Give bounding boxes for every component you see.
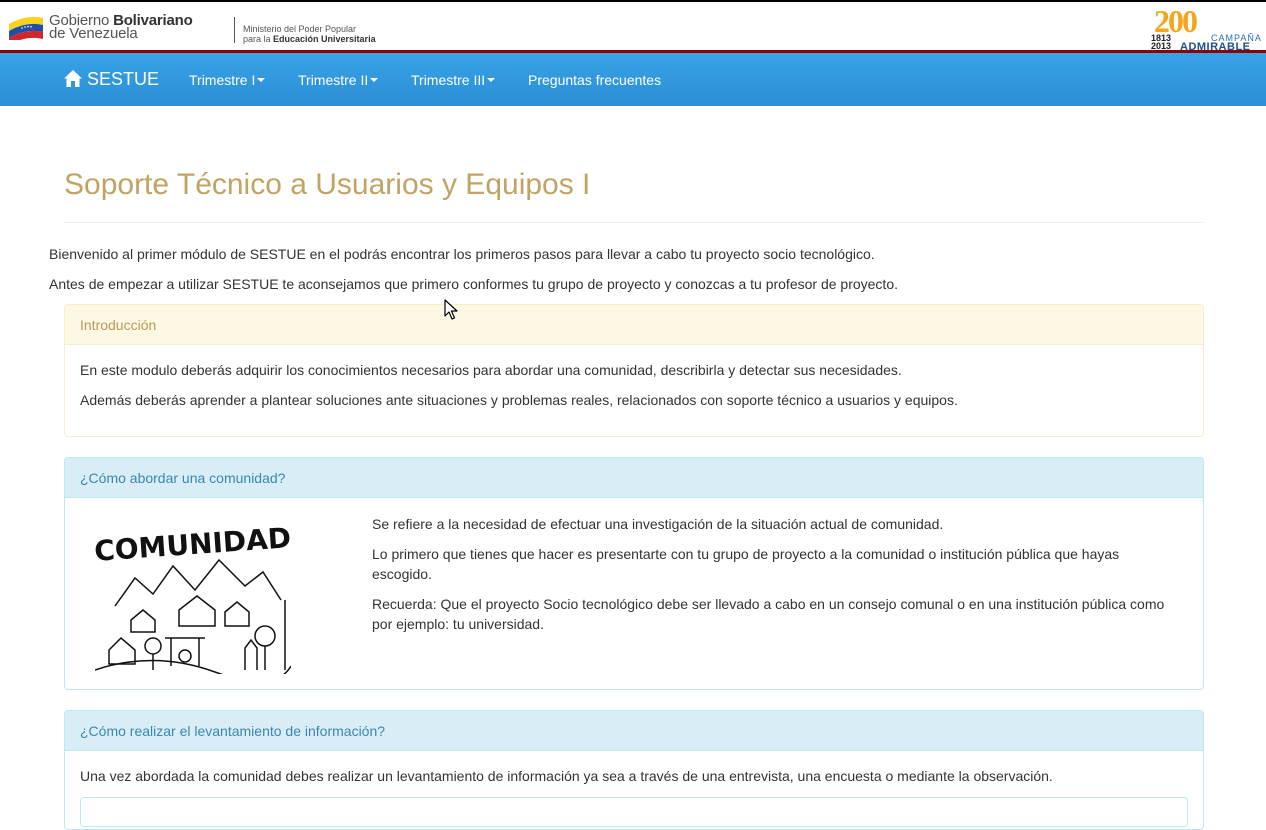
comunidad-image-caption: COMUNIDAD [95, 521, 291, 568]
caret-down-icon [487, 77, 496, 82]
campana-admirable-logo: 200 1813 2013 CAMPAÑA ADMIRABLE [1150, 3, 1264, 53]
nested-panel [80, 797, 1188, 827]
panel-levantamiento: ¿Cómo realizar el levantamiento de infor… [64, 710, 1204, 830]
government-banner: Gobierno Bolivariano de Venezuela Minist… [0, 0, 1266, 53]
home-icon [64, 69, 82, 87]
nav-trimestre-3[interactable]: Trimestre III [411, 53, 496, 106]
panel-abordar-paragraph-1: Se refiere a la necesidad de efectuar un… [372, 516, 944, 532]
mouse-pointer-icon [444, 299, 458, 320]
panel-levantamiento-heading: ¿Cómo realizar el levantamiento de infor… [65, 711, 1203, 751]
nav-trimestre-2-label: Trimestre II [298, 71, 369, 88]
nav-trimestre-2[interactable]: Trimestre II [298, 53, 379, 106]
panel-introduccion-paragraph-2: Además deberás aprender a plantear soluc… [80, 392, 958, 408]
comunidad-illustration: COMUNIDAD [95, 521, 291, 674]
main-navbar: SESTUE Trimestre I Trimestre II Trimestr… [0, 53, 1266, 106]
title-divider [64, 222, 1204, 223]
panel-introduccion-body: En este modulo deberás adquirir los cono… [65, 345, 1203, 425]
panel-introduccion-heading: Introducción [65, 305, 1203, 345]
navbar-brand[interactable]: SESTUE [64, 53, 159, 106]
intro-paragraph-1: Bienvenido al primer módulo de SESTUE en… [49, 246, 875, 262]
panel-introduccion: Introducción En este modulo deberás adqu… [64, 304, 1204, 437]
nav-trimestre-1-label: Trimestre I [189, 71, 256, 88]
brand-label: SESTUE [87, 69, 160, 89]
panel-levantamiento-paragraph-1: Una vez abordada la comunidad debes real… [80, 768, 1053, 784]
nav-trimestre-3-label: Trimestre III [411, 71, 486, 88]
campaign-years: 1813 2013 [1151, 34, 1177, 51]
panel-levantamiento-body: Una vez abordada la comunidad debes real… [65, 751, 1203, 801]
campaign-year-end: 2013 [1151, 41, 1172, 51]
government-logo-text: Gobierno Bolivariano de Venezuela [49, 13, 193, 41]
page-title: Soporte Técnico a Usuarios y Equipos I [64, 168, 591, 201]
ministry-line-2a: para la [243, 34, 274, 44]
ministry-line-1: Ministerio del Poder Popular [243, 24, 357, 34]
ministry-line-2b: Educación Universitaria [273, 34, 376, 44]
nav-trimestre-1[interactable]: Trimestre I [189, 53, 266, 106]
nav-preguntas-frecuentes[interactable]: Preguntas frecuentes [528, 53, 661, 106]
intro-paragraph-2: Antes de empezar a utilizar SESTUE te ac… [49, 276, 898, 292]
panel-abordar-comunidad: ¿Cómo abordar una comunidad? COMUNIDAD S… [64, 457, 1204, 690]
panel-abordar-paragraph-2: Lo primero que tienes que hacer es prese… [372, 546, 1120, 582]
panel-introduccion-paragraph-1: En este modulo deberás adquirir los cono… [80, 362, 902, 378]
panel-abordar-paragraph-3: Recuerda: Que el proyecto Socio tecnológ… [372, 596, 1165, 632]
panel-abordar-body: Se refiere a la necesidad de efectuar un… [372, 514, 1172, 634]
ministry-logo-text: Ministerio del Poder Popular para la Edu… [243, 24, 376, 44]
panel-abordar-heading: ¿Cómo abordar una comunidad? [65, 458, 1203, 498]
caret-down-icon [370, 77, 379, 82]
caret-down-icon [257, 77, 266, 82]
logo-divider [234, 17, 235, 43]
venezuela-flag-icon [9, 16, 43, 40]
nav-preguntas-label: Preguntas frecuentes [528, 71, 662, 88]
